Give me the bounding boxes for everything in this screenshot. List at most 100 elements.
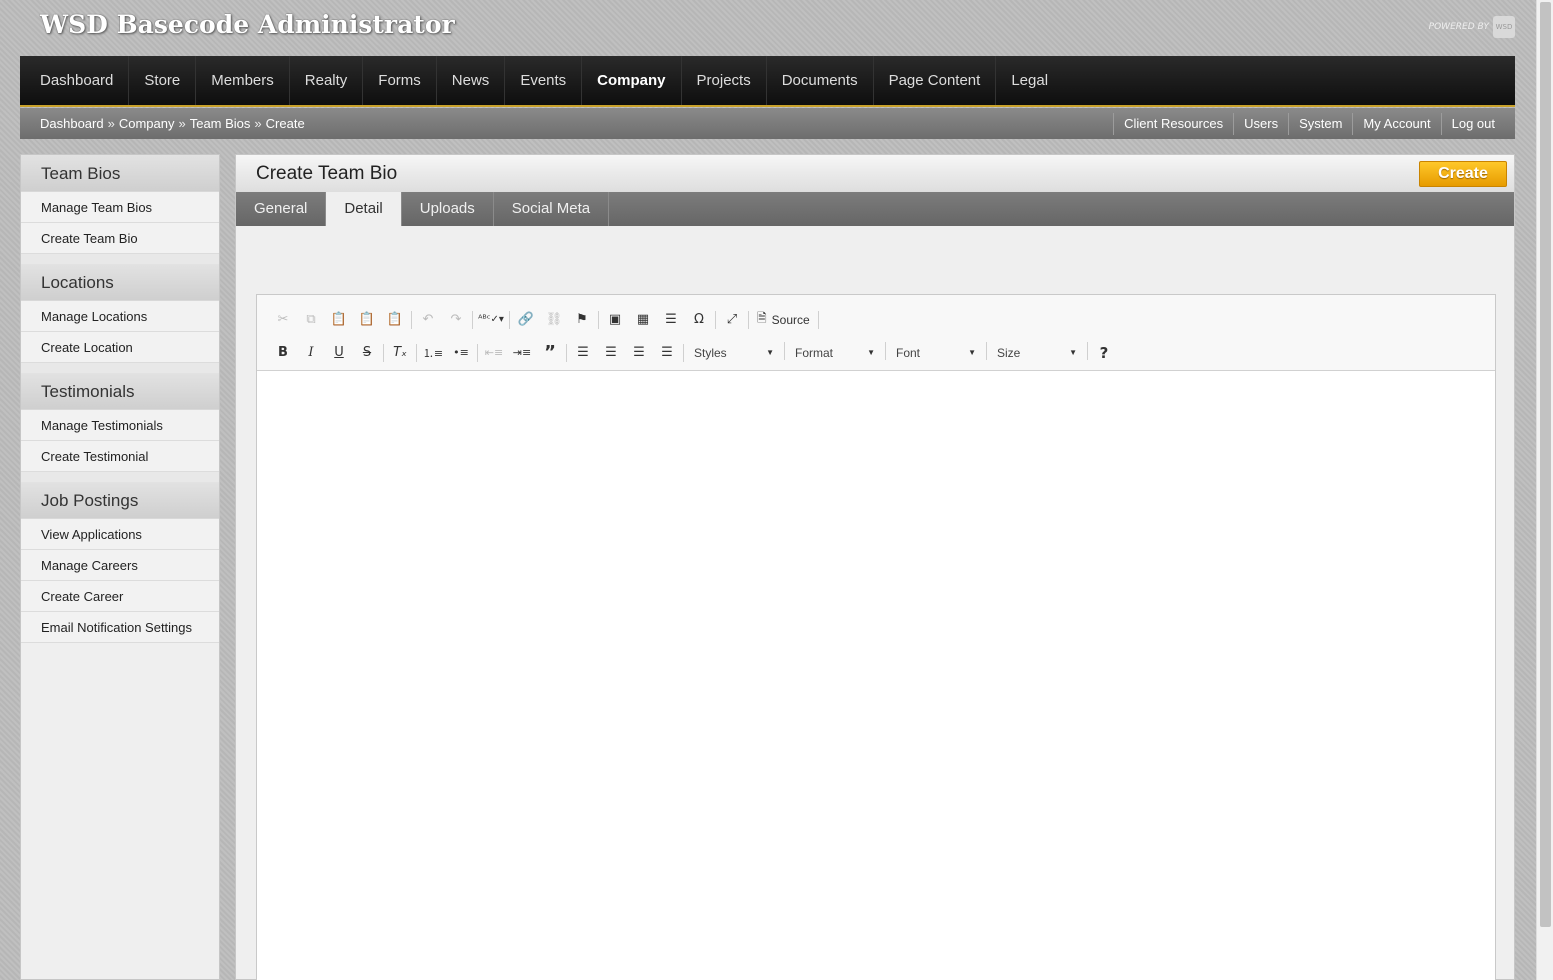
underline-icon[interactable]: U [325,341,353,365]
nav-item-page-content[interactable]: Page Content [874,56,997,105]
spellcheck-icon[interactable]: ᴬᴮᶜ✓▾ [475,308,507,332]
breadcrumb-separator: » [107,116,115,131]
toolbar-separator [683,343,684,362]
cut-icon[interactable]: ✂ [269,308,297,332]
combo-label: Font [896,345,921,360]
main-nav: Dashboard Store Members Realty Forms News Even… [20,56,1515,107]
blockquote-icon[interactable]: ” [536,341,564,365]
tab-general[interactable]: General [236,192,327,226]
utility-link-system[interactable]: System [1288,112,1352,135]
combo-label: Format [795,345,834,360]
utility-link-log-out[interactable]: Log out [1440,112,1495,135]
page-title: Create Team Bio [256,163,398,184]
align-right-icon[interactable]: ☰ [625,341,653,365]
scrollbar-thumb[interactable] [1540,2,1551,927]
sidebar-heading: Job Postings [21,482,219,519]
sidebar-item-create-location[interactable]: Create Location [21,332,219,363]
table-icon[interactable]: ▦ [629,308,657,332]
utility-link-client-resources[interactable]: Client Resources [1113,112,1233,135]
unlink-icon[interactable]: ⛓ [540,308,568,332]
toolbar-row-2: B I U S Tₓ ⒈≡ •≡ ⇤≡ ⇥≡ ” ☰ ☰ ☰ ☰ Styles ▼… [269,336,1495,369]
utility-link-users[interactable]: Users [1233,112,1288,135]
sidebar: Team Bios Manage Team Bios Create Team Bio… [20,154,220,980]
breadcrumb-item[interactable]: Team Bios [190,116,251,131]
outdent-icon[interactable]: ⇤≡ [480,341,508,365]
bold-icon[interactable]: B [269,341,297,365]
special-char-icon[interactable]: Ω [685,308,713,332]
breadcrumb-separator: » [178,116,186,131]
indent-icon[interactable]: ⇥≡ [508,341,536,365]
bulleted-list-icon[interactable]: •≡ [447,341,475,365]
tab-uploads[interactable]: Uploads [402,192,494,226]
tab-detail[interactable]: Detail [326,192,402,226]
combo-format[interactable]: Format ▼ [789,342,881,364]
app-title: WSD Basecode Administrator [40,10,455,39]
nav-item-legal[interactable]: Legal [996,56,1063,105]
rich-text-editor: ✂ ⧉ 📋 📋 📋 ↶ ↷ ᴬᴮᶜ✓▾ 🔗 ⛓ ⚑ ▣ ▦ ☰ Ω ⤢ 🗎 So… [256,294,1496,980]
sidebar-item-manage-locations[interactable]: Manage Locations [21,301,219,332]
italic-icon[interactable]: I [297,341,325,365]
combo-font[interactable]: Font ▼ [890,342,982,364]
chevron-down-icon: ▼ [867,348,875,357]
powered-by-label: POWERED BY [1428,22,1489,32]
remove-format-icon[interactable]: Tₓ [386,341,414,365]
image-icon[interactable]: ▣ [601,308,629,332]
wsd-logo: WSD [1493,16,1515,38]
breadcrumb: Dashboard» Company» Team Bios» Create [40,116,305,131]
nav-item-store[interactable]: Store [129,56,197,105]
nav-item-dashboard[interactable]: Dashboard [25,56,130,105]
nav-item-realty[interactable]: Realty [290,56,364,105]
paste-text-icon[interactable]: 📋 [353,308,381,332]
combo-styles[interactable]: Styles ▼ [688,342,780,364]
maximize-icon[interactable]: ⤢ [718,308,746,332]
nav-item-company[interactable]: Company [582,56,682,105]
editor-content-area[interactable] [257,371,1495,980]
nav-item-news[interactable]: News [437,56,506,105]
strikethrough-icon[interactable]: S [353,341,381,365]
nav-item-members[interactable]: Members [196,56,290,105]
anchor-flag-icon[interactable]: ⚑ [568,308,596,332]
powered-by: POWERED BY WSD [1429,16,1515,38]
breadcrumb-item[interactable]: Company [119,116,175,131]
toolbar-separator [411,310,412,329]
source-icon: 🗎 [757,311,767,325]
nav-item-documents[interactable]: Documents [767,56,874,105]
sidebar-item-manage-careers[interactable]: Manage Careers [21,550,219,581]
combo-label: Size [997,345,1021,360]
sidebar-item-view-applications[interactable]: View Applications [21,519,219,550]
nav-item-events[interactable]: Events [505,56,583,105]
breadcrumb-item[interactable]: Dashboard [40,116,104,131]
utility-link-my-account[interactable]: My Account [1352,112,1440,135]
breadcrumb-separator: » [254,116,262,131]
numbered-list-icon[interactable]: ⒈≡ [419,341,447,365]
help-icon[interactable]: ? [1090,341,1118,365]
source-label: Source [771,312,810,327]
horizontal-rule-icon[interactable]: ☰ [657,308,685,332]
align-justify-icon[interactable]: ☰ [653,341,681,365]
sidebar-item-manage-team-bios[interactable]: Manage Team Bios [21,192,219,223]
sidebar-item-manage-testimonials[interactable]: Manage Testimonials [21,410,219,441]
nav-item-forms[interactable]: Forms [363,56,437,105]
paste-word-icon[interactable]: 📋 [381,308,409,332]
nav-item-projects[interactable]: Projects [682,56,767,105]
sidebar-item-create-career[interactable]: Create Career [21,581,219,612]
redo-icon[interactable]: ↷ [442,308,470,332]
undo-icon[interactable]: ↶ [414,308,442,332]
create-button[interactable]: Create [1419,161,1507,187]
sidebar-item-create-team-bio[interactable]: Create Team Bio [21,223,219,254]
align-left-icon[interactable]: ☰ [569,341,597,365]
sidebar-item-create-testimonial[interactable]: Create Testimonial [21,441,219,472]
link-icon[interactable]: 🔗 [512,308,540,332]
tab-social-meta[interactable]: Social Meta [494,192,610,226]
copy-icon[interactable]: ⧉ [297,308,325,332]
tab-bar: General Detail Uploads Social Meta [236,192,1514,226]
toolbar-separator [748,310,749,329]
source-button[interactable]: 🗎 Source [751,309,816,330]
paste-icon[interactable]: 📋 [325,308,353,332]
combo-group: Styles ▼ Format ▼ Font ▼ Size ▼ [686,341,1090,364]
page-scrollbar[interactable] [1536,0,1553,980]
align-center-icon[interactable]: ☰ [597,341,625,365]
sidebar-item-email-notification-settings[interactable]: Email Notification Settings [21,612,219,643]
sidebar-heading: Locations [21,264,219,301]
combo-size[interactable]: Size ▼ [991,342,1083,364]
